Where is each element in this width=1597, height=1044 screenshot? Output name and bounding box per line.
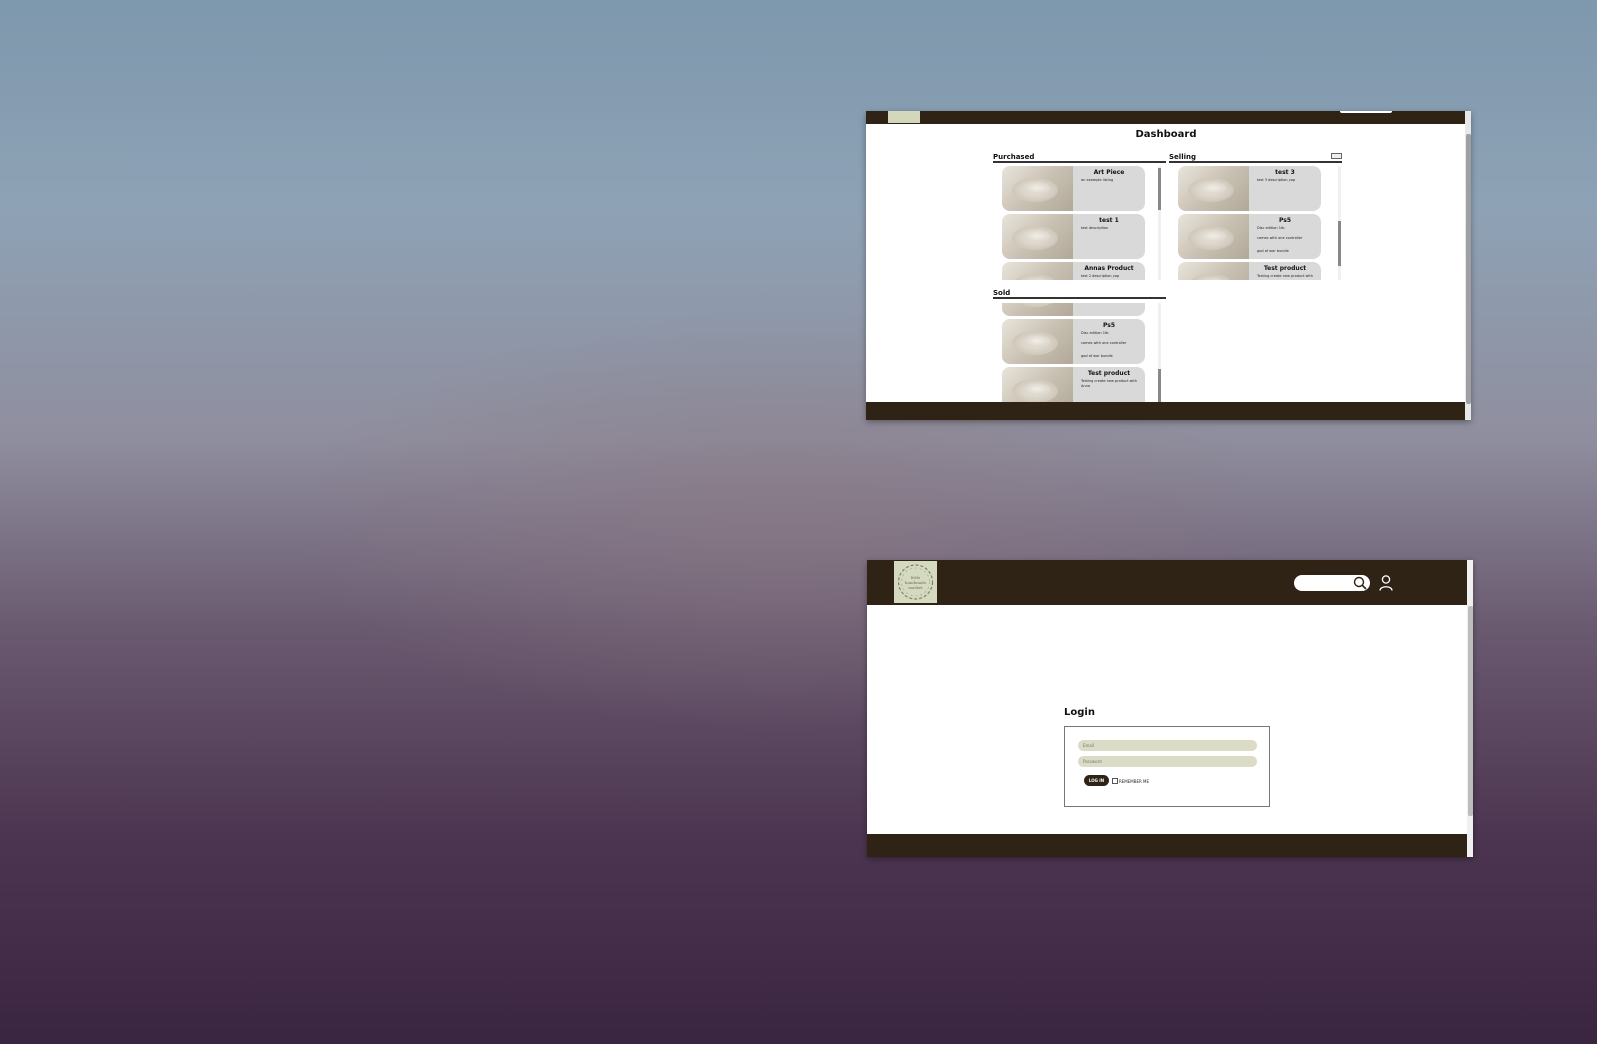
search-input[interactable] bbox=[1294, 575, 1370, 591]
site-header bbox=[866, 111, 1466, 124]
item-desc: test 3 description yap bbox=[1257, 178, 1296, 182]
scrollbar-thumb[interactable] bbox=[1468, 606, 1473, 816]
dashboard-window: Dashboard Purchased Art Piece an example… bbox=[866, 111, 1471, 420]
product-image bbox=[1178, 166, 1249, 211]
section-divider bbox=[1169, 161, 1342, 163]
item-desc: test 2 description yap bbox=[1081, 274, 1120, 278]
login-button[interactable]: LOG IN bbox=[1084, 775, 1109, 786]
scrollbar-thumb[interactable] bbox=[1158, 168, 1161, 210]
site-logo[interactable] bbox=[888, 111, 920, 123]
site-footer bbox=[867, 834, 1467, 857]
list-item[interactable] bbox=[1002, 303, 1145, 316]
selling-list[interactable]: test 3 test 3 description yap Ps5 Disc e… bbox=[1178, 166, 1342, 280]
remember-checkbox[interactable] bbox=[1112, 778, 1118, 784]
item-title: Ps5 bbox=[1102, 322, 1116, 329]
site-logo[interactable]: little handmade market bbox=[894, 561, 937, 603]
remember-label: REMEMBER ME bbox=[1119, 778, 1150, 784]
item-title: Art Piece bbox=[1093, 169, 1125, 176]
item-desc: Testing create new product with bbox=[1257, 274, 1313, 278]
item-desc: Disc edition 1tb bbox=[1081, 331, 1109, 335]
product-image bbox=[1002, 367, 1073, 402]
product-image bbox=[1002, 166, 1073, 211]
purchased-list[interactable]: Art Piece an example listing test 1 test… bbox=[1002, 166, 1162, 280]
section-title-purchased: Purchased bbox=[993, 153, 1035, 161]
section-title-sold: Sold bbox=[993, 289, 1011, 297]
list-scrollbar[interactable] bbox=[1158, 166, 1161, 280]
add-button[interactable] bbox=[1331, 153, 1342, 159]
item-desc: test description bbox=[1081, 226, 1109, 230]
scrollbar-thumb[interactable] bbox=[1158, 369, 1161, 402]
list-item[interactable]: Ps5 Disc edition 1tb comes with one cont… bbox=[1178, 214, 1321, 259]
scrollbar-thumb[interactable] bbox=[1466, 134, 1471, 404]
list-item[interactable]: Ps5 Disc edition 1tb comes with one cont… bbox=[1002, 319, 1145, 364]
window-scrollbar[interactable] bbox=[1465, 111, 1471, 420]
password-field[interactable] bbox=[1078, 756, 1257, 767]
login-form: LOG IN REMEMBER ME bbox=[1064, 726, 1270, 807]
list-item[interactable]: Art Piece an example listing bbox=[1002, 166, 1145, 211]
search-input[interactable] bbox=[1340, 111, 1392, 113]
item-desc: comes with one controller bbox=[1257, 236, 1303, 240]
scrollbar-thumb[interactable] bbox=[1338, 221, 1341, 266]
item-title: Ps5 bbox=[1278, 217, 1292, 224]
site-header: little handmade market bbox=[867, 560, 1467, 605]
list-item[interactable]: Test product Testing create new product … bbox=[1178, 262, 1321, 280]
product-image bbox=[1002, 214, 1073, 259]
section-title-selling: Selling bbox=[1169, 153, 1196, 161]
item-title: Annas Product bbox=[1084, 265, 1134, 272]
user-icon[interactable] bbox=[1379, 575, 1393, 595]
product-image bbox=[1002, 262, 1073, 280]
item-title: Test product bbox=[1087, 370, 1131, 377]
item-desc: Anna bbox=[1081, 384, 1090, 388]
login-title: Login bbox=[1064, 707, 1095, 718]
item-desc: Testing create new product with bbox=[1081, 379, 1137, 383]
login-window: little handmade market Login LOG IN REME… bbox=[867, 560, 1473, 857]
remember-me[interactable]: REMEMBER ME bbox=[1112, 778, 1149, 784]
logo-text-line: handmade bbox=[904, 579, 927, 585]
email-field[interactable] bbox=[1078, 740, 1257, 751]
section-divider bbox=[993, 297, 1166, 299]
search-icon[interactable] bbox=[1353, 576, 1367, 590]
page-title: Dashboard bbox=[1135, 129, 1197, 140]
item-desc: comes with one controller bbox=[1081, 341, 1127, 345]
section-divider bbox=[993, 161, 1166, 163]
site-footer bbox=[866, 402, 1466, 420]
item-title: test 1 bbox=[1099, 217, 1119, 224]
item-title: Test product bbox=[1263, 265, 1307, 272]
list-item[interactable]: Test product Testing create new product … bbox=[1002, 367, 1145, 402]
item-desc: Disc edition 1tb bbox=[1257, 226, 1285, 230]
list-item[interactable]: test 1 test description bbox=[1002, 214, 1145, 259]
item-desc: god of war bundle bbox=[1257, 249, 1289, 253]
product-image bbox=[1002, 303, 1073, 316]
product-image bbox=[1178, 262, 1249, 280]
sold-list[interactable]: Ps5 Disc edition 1tb comes with one cont… bbox=[1002, 303, 1162, 402]
window-scrollbar[interactable] bbox=[1467, 560, 1473, 857]
item-desc: god of war bundle bbox=[1081, 354, 1113, 358]
list-scrollbar[interactable] bbox=[1158, 303, 1161, 402]
product-image bbox=[1178, 214, 1249, 259]
item-title: test 3 bbox=[1275, 169, 1295, 176]
list-item[interactable]: test 3 test 3 description yap bbox=[1178, 166, 1321, 211]
list-item[interactable]: Annas Product test 2 description yap bbox=[1002, 262, 1145, 280]
item-desc: an example listing bbox=[1081, 178, 1114, 182]
list-scrollbar[interactable] bbox=[1338, 166, 1341, 280]
logo-text-line: market bbox=[908, 584, 923, 590]
product-image bbox=[1002, 319, 1073, 364]
